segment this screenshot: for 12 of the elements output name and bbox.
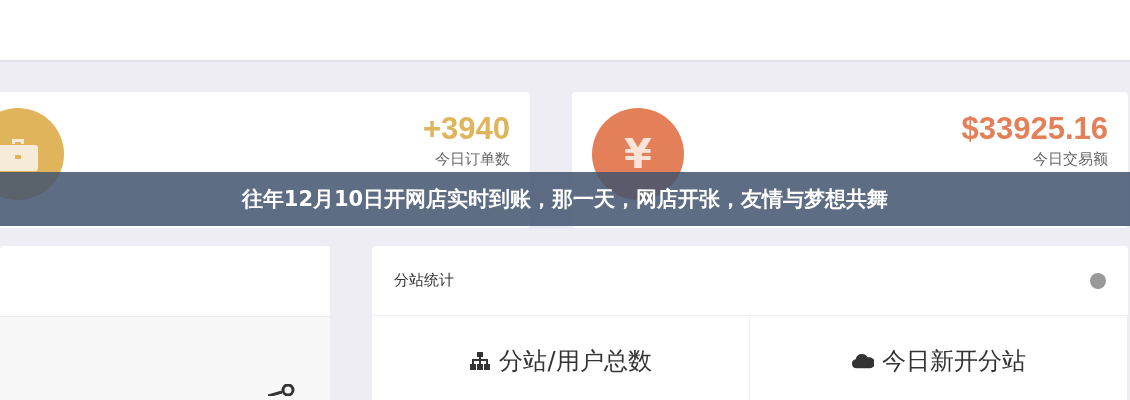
banner-title: 往年12月10日开网店实时到账，那一天，网店开张，友情与梦想共舞 — [241, 186, 889, 213]
cloud-icon — [851, 352, 874, 370]
stat-label: 今日交易额 — [1033, 150, 1108, 170]
stat-label: 今日订单数 — [435, 150, 510, 170]
stat-heading: 分站/用户总数 — [499, 346, 652, 377]
yen-icon: ¥ — [624, 134, 652, 174]
stat-value: +3940 — [422, 112, 510, 147]
stat-heading: 今日新开分站 — [881, 346, 1026, 377]
sitemap-icon — [469, 352, 492, 370]
stat-value: $33925.16 — [961, 112, 1108, 147]
status-dot — [1090, 272, 1106, 289]
panel-title: 分站统计 — [394, 271, 454, 290]
